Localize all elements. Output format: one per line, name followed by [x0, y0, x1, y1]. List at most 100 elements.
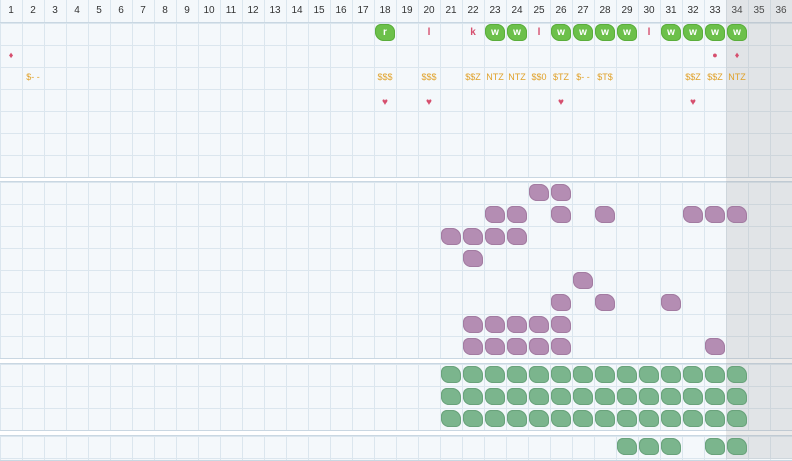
activity-blob-green-bottom[interactable]: [661, 438, 681, 455]
activity-blob-purple[interactable]: [485, 338, 505, 355]
activity-blob-green[interactable]: [573, 388, 593, 405]
activity-blob-green[interactable]: [705, 366, 725, 383]
activity-blob-green[interactable]: [705, 410, 725, 427]
status-badge-w[interactable]: w: [683, 24, 703, 41]
status-badge-w[interactable]: w: [507, 24, 527, 41]
activity-blob-green[interactable]: [529, 366, 549, 383]
activity-blob-green[interactable]: [661, 388, 681, 405]
activity-blob-purple[interactable]: [485, 228, 505, 245]
activity-blob-green[interactable]: [485, 410, 505, 427]
column-header-3: 3: [52, 5, 58, 16]
activity-blob-green[interactable]: [463, 388, 483, 405]
activity-blob-green[interactable]: [639, 366, 659, 383]
activity-blob-green[interactable]: [727, 388, 747, 405]
activity-blob-purple[interactable]: [551, 338, 571, 355]
status-badge-w[interactable]: w: [573, 24, 593, 41]
activity-blob-purple[interactable]: [661, 294, 681, 311]
activity-blob-purple[interactable]: [529, 338, 549, 355]
activity-blob-green[interactable]: [463, 366, 483, 383]
activity-blob-green[interactable]: [529, 388, 549, 405]
activity-blob-purple[interactable]: [551, 184, 571, 201]
activity-blob-purple[interactable]: [485, 206, 505, 223]
status-badge-w[interactable]: w: [661, 24, 681, 41]
activity-blob-green[interactable]: [661, 366, 681, 383]
activity-blob-purple[interactable]: [507, 206, 527, 223]
activity-blob-green-bottom[interactable]: [639, 438, 659, 455]
activity-blob-purple[interactable]: [529, 184, 549, 201]
activity-blob-green[interactable]: [617, 366, 637, 383]
activity-blob-purple[interactable]: [705, 338, 725, 355]
activity-blob-green[interactable]: [683, 366, 703, 383]
activity-blob-green[interactable]: [441, 410, 461, 427]
status-badge-r[interactable]: r: [375, 24, 395, 41]
activity-blob-green[interactable]: [639, 388, 659, 405]
status-badge-w[interactable]: w: [617, 24, 637, 41]
activity-blob-purple[interactable]: [485, 316, 505, 333]
activity-blob-green-bottom[interactable]: [705, 438, 725, 455]
marker-icon: ♦: [8, 50, 14, 60]
activity-blob-purple[interactable]: [595, 294, 615, 311]
activity-blob-green-bottom[interactable]: [617, 438, 637, 455]
activity-blob-purple[interactable]: [595, 206, 615, 223]
column-header-6: 6: [118, 5, 124, 16]
activity-blob-green[interactable]: [683, 410, 703, 427]
column-header-22: 22: [467, 5, 479, 16]
activity-blob-purple[interactable]: [529, 316, 549, 333]
activity-blob-green[interactable]: [617, 410, 637, 427]
column-header-36: 36: [775, 5, 787, 16]
currency-tag: $$Z: [685, 72, 701, 82]
status-badge-w[interactable]: w: [595, 24, 615, 41]
activity-blob-purple[interactable]: [551, 206, 571, 223]
activity-blob-purple[interactable]: [507, 316, 527, 333]
activity-blob-purple[interactable]: [463, 250, 483, 267]
activity-blob-green[interactable]: [485, 366, 505, 383]
activity-blob-green[interactable]: [617, 388, 637, 405]
activity-blob-green[interactable]: [507, 388, 527, 405]
column-header-20: 20: [423, 5, 435, 16]
activity-blob-purple[interactable]: [463, 338, 483, 355]
activity-blob-purple[interactable]: [507, 338, 527, 355]
activity-blob-purple[interactable]: [441, 228, 461, 245]
activity-blob-green[interactable]: [463, 410, 483, 427]
column-header-9: 9: [184, 5, 190, 16]
activity-blob-green[interactable]: [727, 366, 747, 383]
activity-blob-purple[interactable]: [507, 228, 527, 245]
currency-tag: $TZ: [552, 72, 569, 82]
activity-blob-green[interactable]: [441, 366, 461, 383]
activity-blob-green[interactable]: [705, 388, 725, 405]
activity-blob-green[interactable]: [661, 410, 681, 427]
activity-blob-green[interactable]: [683, 388, 703, 405]
activity-blob-green[interactable]: [727, 410, 747, 427]
activity-blob-purple[interactable]: [683, 206, 703, 223]
activity-blob-purple[interactable]: [463, 316, 483, 333]
activity-blob-green[interactable]: [595, 388, 615, 405]
activity-blob-green[interactable]: [529, 410, 549, 427]
column-header-34: 34: [731, 5, 743, 16]
status-badge-w[interactable]: w: [705, 24, 725, 41]
status-badge-w[interactable]: w: [485, 24, 505, 41]
activity-blob-purple[interactable]: [463, 228, 483, 245]
activity-blob-green[interactable]: [507, 366, 527, 383]
column-header-10: 10: [203, 5, 215, 16]
activity-blob-purple[interactable]: [705, 206, 725, 223]
activity-blob-purple[interactable]: [551, 316, 571, 333]
column-header-21: 21: [445, 5, 457, 16]
activity-blob-green[interactable]: [485, 388, 505, 405]
activity-blob-green[interactable]: [639, 410, 659, 427]
activity-blob-green[interactable]: [551, 388, 571, 405]
column-header-28: 28: [599, 5, 611, 16]
activity-blob-green[interactable]: [551, 366, 571, 383]
activity-blob-green[interactable]: [551, 410, 571, 427]
activity-blob-purple[interactable]: [727, 206, 747, 223]
status-badge-w[interactable]: w: [551, 24, 571, 41]
activity-blob-purple[interactable]: [551, 294, 571, 311]
activity-blob-green[interactable]: [573, 366, 593, 383]
activity-blob-green[interactable]: [595, 410, 615, 427]
status-badge-w[interactable]: w: [727, 24, 747, 41]
activity-blob-purple[interactable]: [573, 272, 593, 289]
activity-blob-green[interactable]: [573, 410, 593, 427]
activity-blob-green[interactable]: [441, 388, 461, 405]
activity-blob-green[interactable]: [507, 410, 527, 427]
activity-blob-green-bottom[interactable]: [727, 438, 747, 455]
activity-blob-green[interactable]: [595, 366, 615, 383]
